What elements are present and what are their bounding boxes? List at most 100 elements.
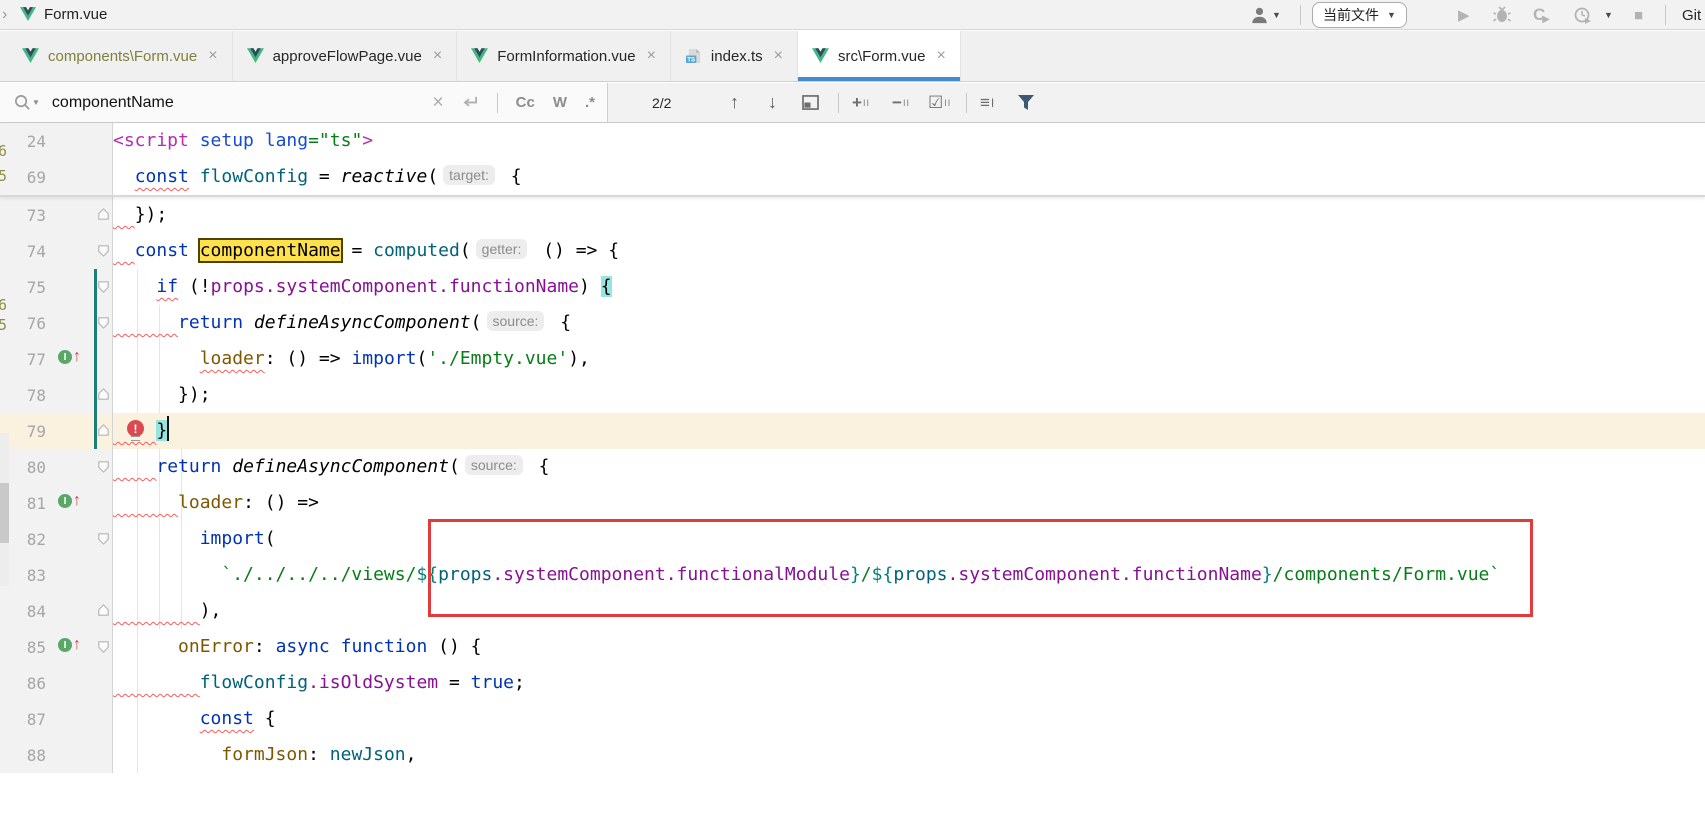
code-text-24[interactable]: <script setup lang="ts"> bbox=[113, 123, 1705, 159]
code-editor[interactable]: 24<script setup lang="ts">69 const flowC… bbox=[0, 123, 1705, 820]
gutter-line-83[interactable]: 83 bbox=[0, 557, 113, 593]
regex-toggle[interactable]: .* bbox=[585, 94, 595, 111]
gutter-line-73[interactable]: 73 bbox=[0, 197, 113, 233]
close-tab-icon[interactable]: × bbox=[647, 47, 656, 65]
vcs-change-marker[interactable] bbox=[94, 269, 97, 449]
run-button[interactable]: ▶ bbox=[1458, 0, 1470, 30]
remove-occurrence-button[interactable]: −II bbox=[892, 83, 910, 122]
code-text-77[interactable]: loader: () => import('./Empty.vue'), bbox=[113, 341, 1705, 377]
editor-tab-approveflowpage-vue[interactable]: approveFlowPage.vue× bbox=[233, 31, 458, 81]
code-line-87[interactable]: 87 const { bbox=[0, 701, 1705, 737]
code-line-69[interactable]: 69 const flowConfig = reactive(target: { bbox=[0, 159, 1705, 195]
match-case-toggle[interactable]: Cc bbox=[516, 94, 535, 111]
code-line-81[interactable]: 81I↑ loader: () => bbox=[0, 485, 1705, 521]
cropped-scrollbar-thumb bbox=[0, 483, 9, 543]
gutter-line-87[interactable]: 87 bbox=[0, 701, 113, 737]
fold-marker-icon[interactable] bbox=[96, 423, 111, 438]
search-query-text[interactable]: componentName bbox=[52, 94, 174, 112]
fold-marker-icon[interactable] bbox=[96, 387, 111, 402]
clear-search-icon[interactable]: × bbox=[433, 92, 444, 114]
fold-marker-icon[interactable] bbox=[96, 315, 111, 330]
fold-marker-icon[interactable] bbox=[96, 207, 111, 222]
filter-lines-button[interactable]: ≡I bbox=[980, 83, 994, 122]
gutter-line-69[interactable]: 69 bbox=[0, 159, 113, 195]
search-icon[interactable]: ▼ bbox=[14, 94, 40, 111]
code-text-88[interactable]: formJson: newJson, bbox=[113, 737, 1705, 773]
fold-marker-icon[interactable] bbox=[96, 639, 111, 654]
select-all-occurrences-button[interactable]: ☑II bbox=[928, 83, 951, 122]
close-tab-icon[interactable]: × bbox=[936, 47, 945, 65]
gutter-line-88[interactable]: 88 bbox=[0, 737, 113, 773]
code-text-80[interactable]: return defineAsyncComponent(source: { bbox=[113, 449, 1705, 485]
run-with-coverage-button[interactable]: C▶ bbox=[1533, 0, 1550, 30]
gutter-line-86[interactable]: 86 bbox=[0, 665, 113, 701]
stop-button[interactable]: ■ bbox=[1634, 0, 1643, 30]
search-filter-icon[interactable] bbox=[1018, 83, 1034, 122]
gutter-line-82[interactable]: 82 bbox=[0, 521, 113, 557]
code-text-69[interactable]: const flowConfig = reactive(target: { bbox=[113, 159, 1705, 195]
fold-marker-icon[interactable] bbox=[96, 531, 111, 546]
editor-tab-forminformation-vue[interactable]: FormInformation.vue× bbox=[457, 31, 671, 81]
code-line-79[interactable]: 79! } bbox=[0, 413, 1705, 449]
editor-tab-index-ts[interactable]: TSindex.ts× bbox=[671, 31, 798, 81]
code-token: true bbox=[471, 672, 514, 693]
run-configuration-select[interactable]: 当前文件 ▼ bbox=[1312, 2, 1407, 28]
code-line-86[interactable]: 86 flowConfig.isOldSystem = true; bbox=[0, 665, 1705, 701]
next-match-button[interactable]: ↓ bbox=[768, 83, 777, 122]
gutter-line-24[interactable]: 24 bbox=[0, 123, 113, 159]
code-line-73[interactable]: 73 }); bbox=[0, 197, 1705, 233]
code-text-75[interactable]: if (!props.systemComponent.functionName)… bbox=[113, 269, 1705, 305]
close-tab-icon[interactable]: × bbox=[208, 47, 217, 65]
fold-marker-icon[interactable] bbox=[96, 603, 111, 618]
code-text-78[interactable]: }); bbox=[113, 377, 1705, 413]
implementation-marker-icon[interactable]: I↑ bbox=[58, 350, 81, 364]
code-line-75[interactable]: 75 if (!props.systemComponent.functionNa… bbox=[0, 269, 1705, 305]
code-text-81[interactable]: loader: () => bbox=[113, 485, 1705, 521]
git-widget[interactable]: Git bbox=[1682, 0, 1701, 30]
gutter-line-74[interactable]: 74 bbox=[0, 233, 113, 269]
code-line-74[interactable]: 74 const componentName = computed(getter… bbox=[0, 233, 1705, 269]
code-text-79[interactable]: ! } bbox=[113, 413, 1705, 449]
error-intention-bulb-icon[interactable]: ! bbox=[127, 420, 144, 437]
svg-text:TS: TS bbox=[687, 57, 695, 64]
user-account-button[interactable]: ▼ bbox=[1250, 0, 1281, 30]
code-token: setup bbox=[200, 130, 254, 151]
code-text-73[interactable]: }); bbox=[113, 197, 1705, 233]
fold-marker-icon[interactable] bbox=[96, 459, 111, 474]
fold-marker-icon[interactable] bbox=[96, 279, 111, 294]
search-input[interactable]: ▼ componentName × Cc W .* bbox=[0, 83, 608, 122]
code-text-86[interactable]: flowConfig.isOldSystem = true; bbox=[113, 665, 1705, 701]
previous-match-button[interactable]: ↑ bbox=[730, 83, 739, 122]
add-occurrence-button[interactable]: +II bbox=[852, 83, 870, 122]
code-line-77[interactable]: 77I↑ loader: () => import('./Empty.vue')… bbox=[0, 341, 1705, 377]
close-tab-icon[interactable]: × bbox=[774, 47, 783, 65]
code-token: formJson bbox=[221, 744, 308, 765]
gutter-line-85[interactable]: 85I↑ bbox=[0, 629, 113, 665]
code-line-88[interactable]: 88 formJson: newJson, bbox=[0, 737, 1705, 773]
gutter-line-80[interactable]: 80 bbox=[0, 449, 113, 485]
profiler-dropdown-chevron[interactable]: ▼ bbox=[1604, 0, 1613, 30]
code-text-76[interactable]: return defineAsyncComponent(source: { bbox=[113, 305, 1705, 341]
editor-tab-components-form-vue[interactable]: components\Form.vue× bbox=[8, 31, 233, 81]
code-line-76[interactable]: 76 return defineAsyncComponent(source: { bbox=[0, 305, 1705, 341]
editor-tab-src-form-vue[interactable]: src\Form.vue× bbox=[798, 31, 961, 81]
newline-icon[interactable] bbox=[462, 95, 479, 110]
debug-button[interactable] bbox=[1493, 0, 1511, 30]
open-in-find-window-button[interactable] bbox=[802, 83, 819, 122]
profiler-button[interactable] bbox=[1574, 0, 1592, 30]
gutter-line-84[interactable]: 84 bbox=[0, 593, 113, 629]
implementation-marker-icon[interactable]: I↑ bbox=[58, 638, 81, 652]
implementation-marker-icon[interactable]: I↑ bbox=[58, 494, 81, 508]
code-line-85[interactable]: 85I↑ onError: async function () { bbox=[0, 629, 1705, 665]
close-tab-icon[interactable]: × bbox=[433, 47, 442, 65]
code-text-87[interactable]: const { bbox=[113, 701, 1705, 737]
toolbar-divider bbox=[1665, 0, 1666, 30]
code-line-80[interactable]: 80 return defineAsyncComponent(source: { bbox=[0, 449, 1705, 485]
code-text-74[interactable]: const componentName = computed(getter: (… bbox=[113, 233, 1705, 269]
whole-words-toggle[interactable]: W bbox=[553, 94, 567, 111]
fold-marker-icon[interactable] bbox=[96, 243, 111, 258]
code-line-24[interactable]: 24<script setup lang="ts"> bbox=[0, 123, 1705, 159]
gutter-line-81[interactable]: 81I↑ bbox=[0, 485, 113, 521]
code-line-78[interactable]: 78 }); bbox=[0, 377, 1705, 413]
code-text-85[interactable]: onError: async function () { bbox=[113, 629, 1705, 665]
